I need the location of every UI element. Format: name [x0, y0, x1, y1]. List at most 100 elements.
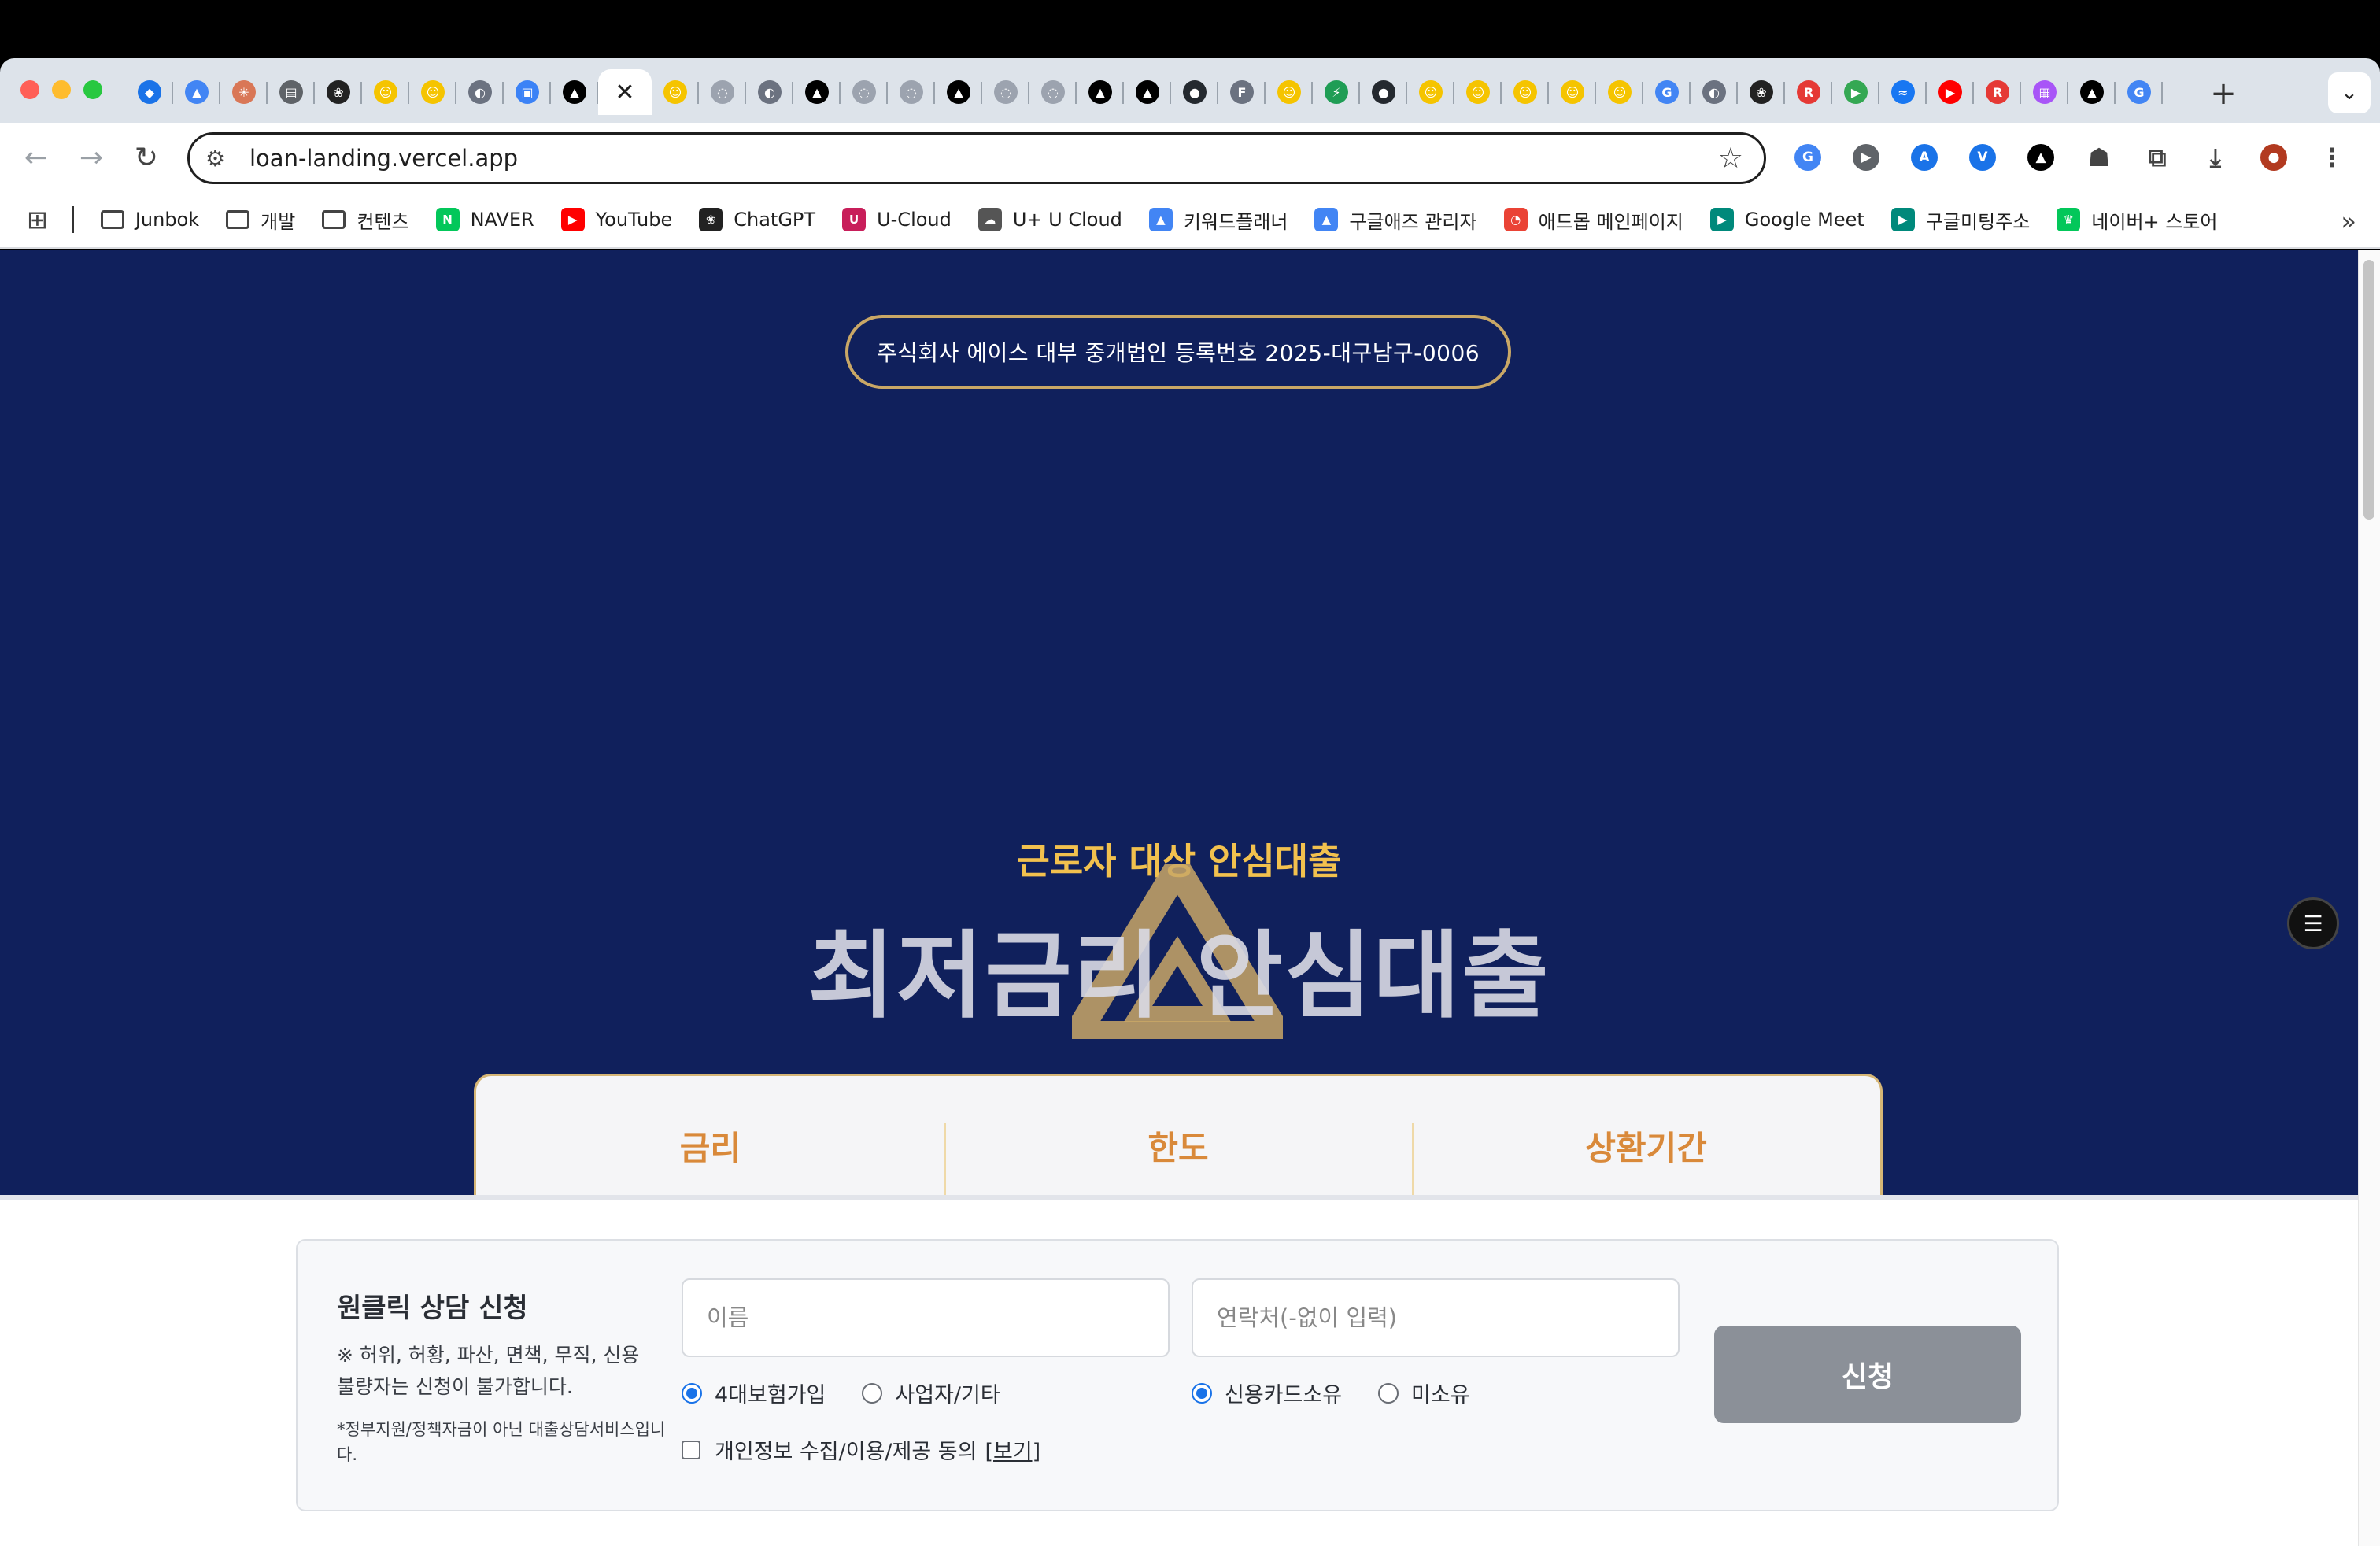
tab[interactable]: ◌: [982, 69, 1029, 115]
tab[interactable]: ☺: [409, 69, 456, 115]
tab[interactable]: G: [2116, 69, 2163, 115]
bookmark-item[interactable]: 개발: [226, 206, 295, 234]
floating-menu-button[interactable]: ☰: [2287, 897, 2339, 949]
phone-input[interactable]: [1192, 1278, 1680, 1357]
bookmark-item[interactable]: ♛ 네이버+ 스토어: [2057, 206, 2218, 234]
radio-4-insurance[interactable]: 4대보험가입: [682, 1378, 826, 1408]
google-translate-button[interactable]: G: [1785, 135, 1831, 179]
address-bar[interactable]: ⚙ loan-landing.vercel.app ☆: [187, 132, 1766, 184]
robot-button[interactable]: ☗: [2076, 135, 2122, 179]
tab[interactable]: ▦: [2021, 69, 2068, 115]
tab[interactable]: ◆: [126, 69, 173, 115]
tab[interactable]: G: [1643, 69, 1691, 115]
tab-search-button[interactable]: ⌄: [2328, 72, 2371, 113]
bookmark-item[interactable]: ◔ 애드몹 메인페이지: [1503, 206, 1683, 234]
tab[interactable]: ◌: [1029, 69, 1077, 115]
kebab-menu-button[interactable]: ⋮: [2309, 135, 2355, 179]
tab[interactable]: ◐: [1691, 69, 1738, 115]
tab[interactable]: ●: [1360, 69, 1407, 115]
bookmark-star-icon[interactable]: ☆: [1718, 142, 1743, 175]
privacy-consent-checkbox[interactable]: [682, 1440, 700, 1459]
download-button[interactable]: ⤓: [2193, 135, 2238, 179]
tab[interactable]: ⚡: [1313, 69, 1360, 115]
tab[interactable]: ▤: [268, 69, 315, 115]
screen-top-bar: [0, 0, 2380, 58]
tab[interactable]: ●: [1171, 69, 1218, 115]
tab[interactable]: ◌: [841, 69, 888, 115]
page-scrollbar[interactable]: [2358, 250, 2380, 1546]
bookmark-item[interactable]: ▶ Google Meet: [1709, 208, 1864, 231]
tab[interactable]: ▲: [935, 69, 982, 115]
bookmark-item[interactable]: U U-Cloud: [842, 208, 952, 231]
document-icon: ▤: [279, 80, 303, 104]
tab[interactable]: ◐: [456, 69, 504, 115]
tab[interactable]: ☺: [1549, 69, 1596, 115]
tab[interactable]: ❀: [1738, 69, 1785, 115]
tab[interactable]: ▲: [793, 69, 841, 115]
tab[interactable]: ◌: [888, 69, 935, 115]
bookmark-item[interactable]: ▶ YouTube: [560, 208, 672, 231]
close-icon[interactable]: ✕: [613, 79, 637, 106]
window-maximize-button[interactable]: [83, 80, 102, 99]
scrollbar-thumb[interactable]: [2363, 260, 2374, 520]
tab[interactable]: ☺: [652, 69, 699, 115]
tab-active[interactable]: ✕: [598, 69, 652, 115]
bookmark-item[interactable]: ▲ 키워드플래너: [1148, 206, 1288, 234]
vercel-button[interactable]: ▲: [2018, 135, 2064, 179]
tab[interactable]: ≈: [1879, 69, 1927, 115]
reload-button[interactable]: ↻: [124, 135, 168, 179]
radio-circle[interactable]: [862, 1382, 883, 1404]
bookmark-item[interactable]: ▶ 구글미팅주소: [1890, 206, 2030, 234]
tab[interactable]: ☺: [1407, 69, 1454, 115]
tab[interactable]: F: [1218, 69, 1266, 115]
more-bookmarks-icon[interactable]: »: [2341, 206, 2356, 236]
profile-avatar-button[interactable]: ●: [2251, 135, 2297, 179]
tab[interactable]: ▶: [1927, 69, 1974, 115]
bookmark-item[interactable]: N NAVER: [435, 208, 534, 231]
tab[interactable]: R: [1785, 69, 1832, 115]
tab[interactable]: ◐: [746, 69, 793, 115]
radio-no-credit-card[interactable]: 미소유: [1378, 1378, 1470, 1408]
tab[interactable]: ▲: [1124, 69, 1171, 115]
tab[interactable]: ▣: [504, 69, 551, 115]
vuejs-button[interactable]: V: [1960, 135, 2005, 179]
window-close-button[interactable]: [20, 80, 39, 99]
tab[interactable]: ◌: [699, 69, 746, 115]
privacy-view-link[interactable]: [보기]: [985, 1434, 1040, 1465]
tab[interactable]: ▲: [1077, 69, 1124, 115]
radio-circle[interactable]: [682, 1382, 702, 1404]
bookmark-item[interactable]: Junbok: [100, 209, 199, 231]
bookmark-item[interactable]: ❀ ChatGPT: [699, 208, 815, 231]
radio-circle[interactable]: [1192, 1382, 1212, 1404]
back-button[interactable]: ←: [14, 135, 58, 179]
tab[interactable]: R: [1974, 69, 2021, 115]
radio-business-other[interactable]: 사업자/기타: [862, 1378, 1000, 1408]
radio-circle[interactable]: [1378, 1382, 1399, 1404]
tab[interactable]: ☺: [362, 69, 409, 115]
tab[interactable]: ☺: [1266, 69, 1313, 115]
tab[interactable]: ☺: [1502, 69, 1549, 115]
bookmark-item[interactable]: ▲ 구글애즈 관리자: [1314, 206, 1477, 234]
name-input[interactable]: [682, 1278, 1170, 1357]
translate-button[interactable]: A: [1901, 135, 1947, 179]
bookmark-item[interactable]: ☁ U+ U Cloud: [978, 208, 1122, 231]
radio-has-credit-card[interactable]: 신용카드소유: [1192, 1378, 1342, 1408]
submit-button[interactable]: 신청: [1714, 1326, 2021, 1423]
tab[interactable]: ☺: [1596, 69, 1643, 115]
puzzle-button[interactable]: ⧉: [2134, 135, 2180, 179]
apps-grid-icon[interactable]: ⊞: [27, 205, 48, 235]
tab[interactable]: ❀: [315, 69, 362, 115]
window-minimize-button[interactable]: [52, 80, 71, 99]
site-info-icon[interactable]: ⚙: [205, 146, 237, 172]
tab[interactable]: ▲: [551, 69, 598, 115]
new-tab-button[interactable]: +: [2204, 74, 2243, 113]
forward-button[interactable]: →: [69, 135, 113, 179]
tab[interactable]: ☺: [1454, 69, 1502, 115]
url-text[interactable]: loan-landing.vercel.app: [249, 145, 518, 172]
tab[interactable]: ▲: [2068, 69, 2116, 115]
video-button[interactable]: ▶: [1843, 135, 1889, 179]
tab[interactable]: ▶: [1832, 69, 1879, 115]
tab[interactable]: ✳: [220, 69, 268, 115]
tab[interactable]: ▲: [173, 69, 220, 115]
bookmark-item[interactable]: 컨텐츠: [322, 206, 409, 234]
